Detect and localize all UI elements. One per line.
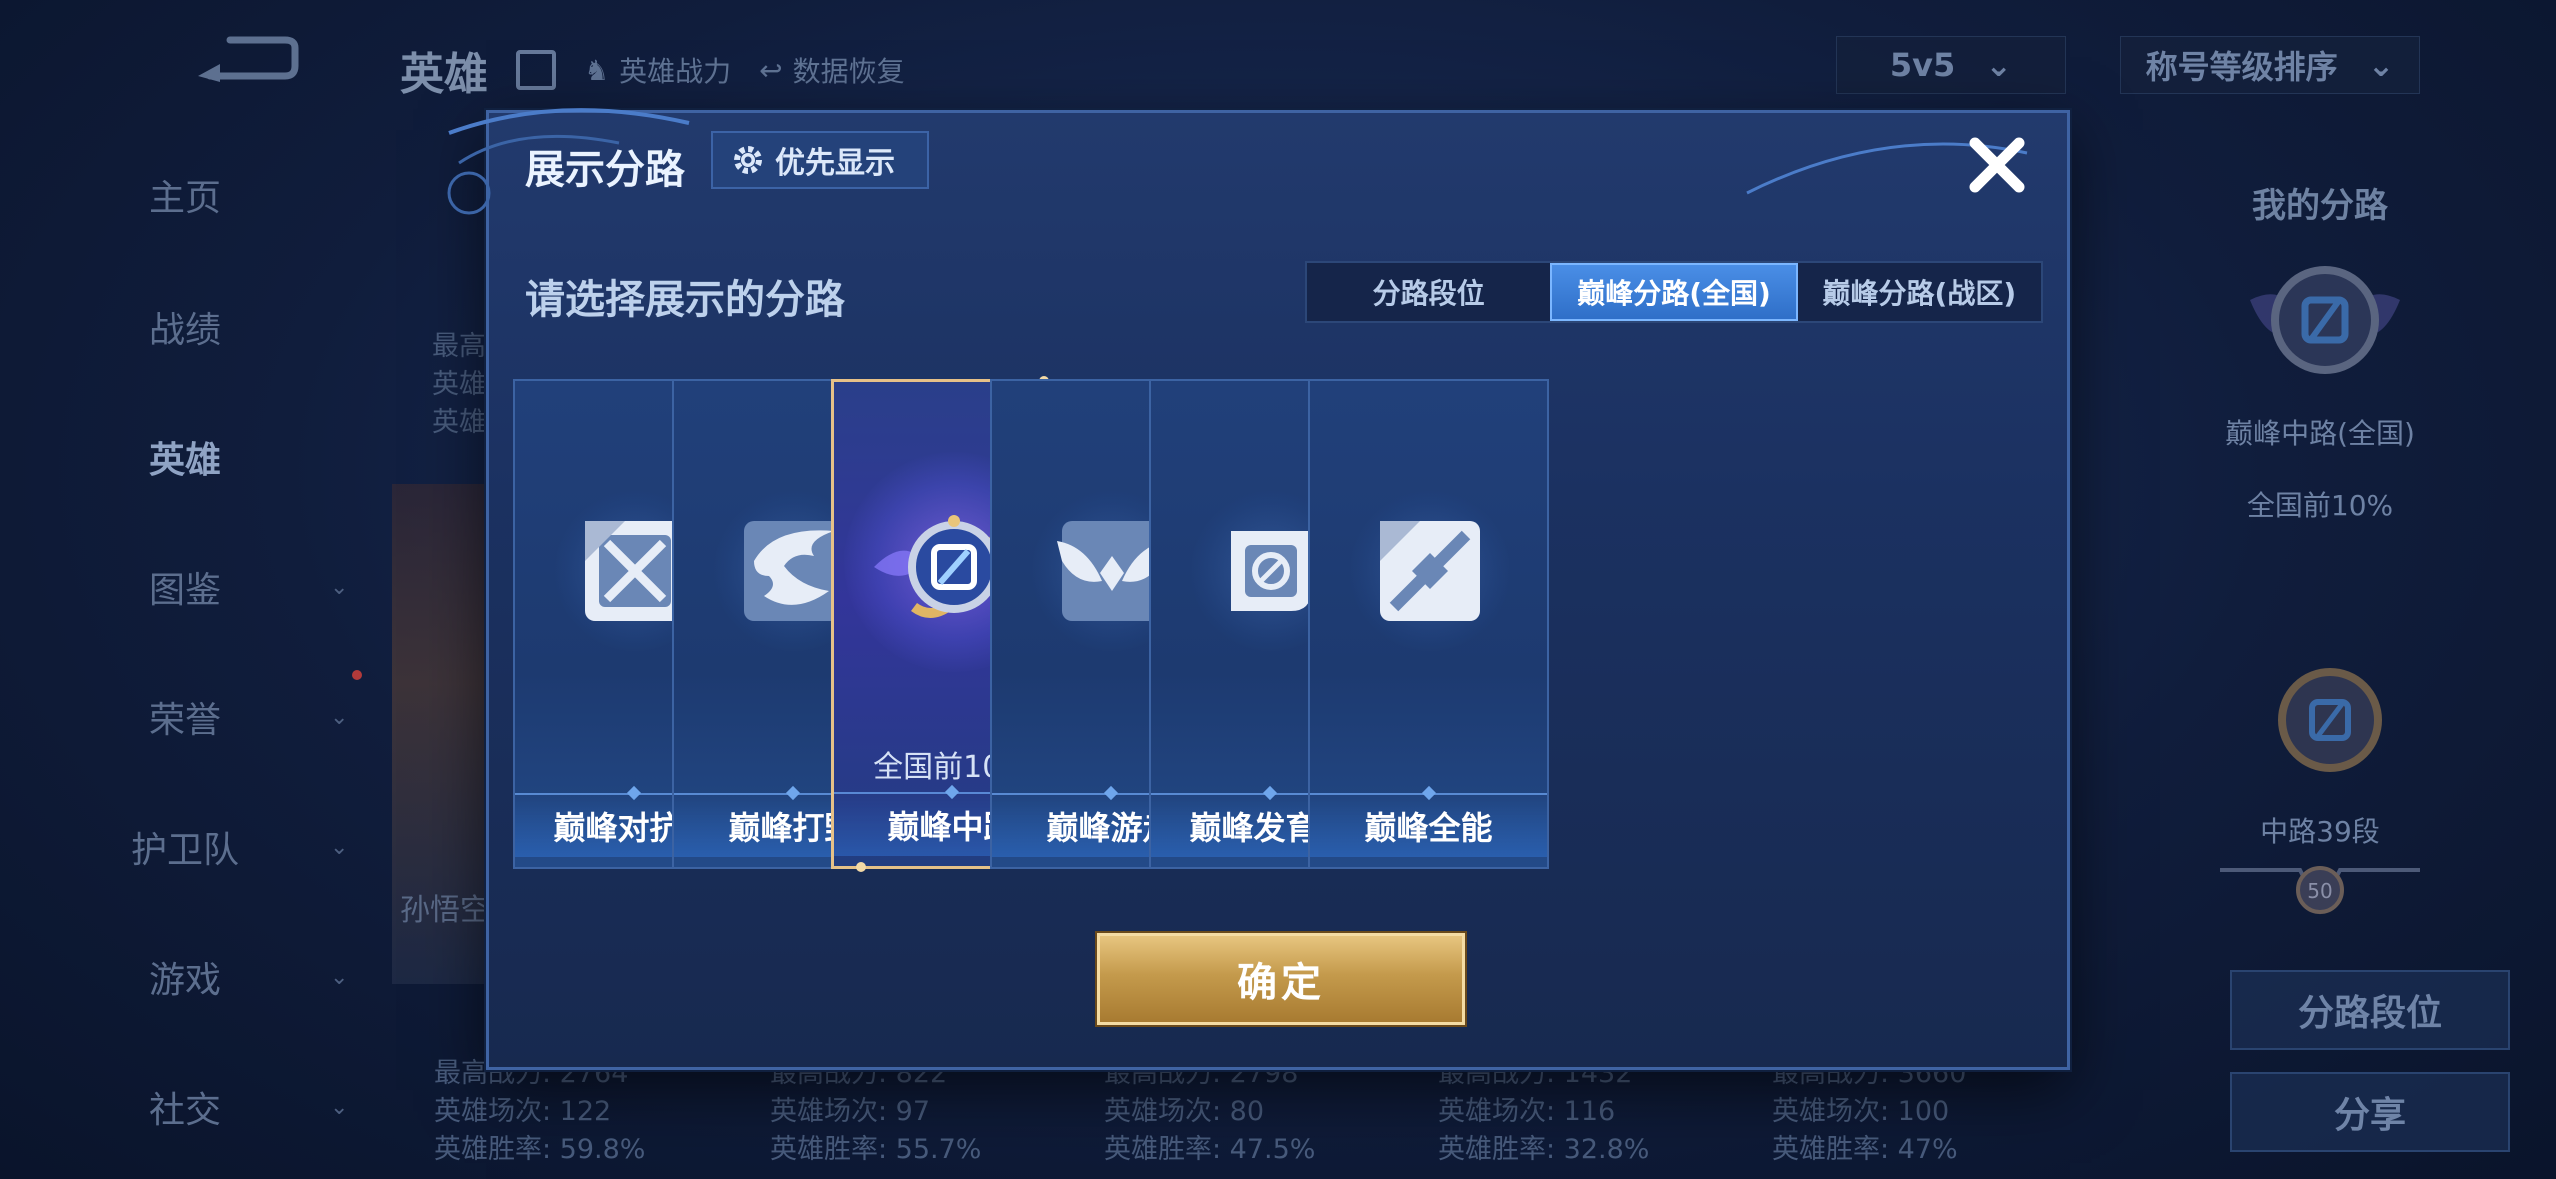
lane-card-list: 巅峰对抗路 巅峰打野 全国前10% 巅峰中路 巅峰游走 巅峰发育路 巅峰全能 <box>513 376 2053 879</box>
tab-peak-lane-region[interactable]: 巅峰分路(战区) <box>1798 263 2041 321</box>
helmet-icon: ♞ <box>584 53 610 87</box>
all-round-icon <box>1380 521 1480 621</box>
mode-dropdown[interactable]: 5v5 ⌄ <box>1836 36 2066 94</box>
level-badge-number: 50 <box>2307 879 2332 903</box>
stat-games: 英雄场次: 97 <box>770 1096 931 1127</box>
chevron-down-icon: ⌄ <box>330 704 349 730</box>
stat-winrate: 英雄胜率: 47% <box>1772 1134 1958 1165</box>
share-button[interactable]: 分享 <box>2230 1072 2510 1152</box>
nav-label: 荣誉 <box>148 700 221 741</box>
stat-games: 英雄场次: 122 <box>434 1096 612 1127</box>
stat-games: 英雄场次: 116 <box>1438 1096 1616 1127</box>
nav-item-social[interactable]: 社交 ⌄ <box>0 1072 370 1142</box>
gear-icon <box>734 146 762 174</box>
hero-stats-2: 最高战力: 822 英雄场次: 97 英雄胜率: 55.7% <box>770 1055 981 1169</box>
chevron-down-icon: ⌄ <box>330 1094 349 1120</box>
lane-display-dialog: 展示分路 优先显示 请选择展示的分路 分路段位 巅峰分路(全国) 巅峰分路(战区… <box>447 108 2070 1070</box>
hero-stats-4: 最高战力: 1432 英雄场次: 116 英雄胜率: 32.8% <box>1438 1055 1649 1169</box>
nav-item-games[interactable]: 游戏 ⌄ <box>0 942 370 1012</box>
my-lane-rank: 全国前10% <box>2246 489 2394 522</box>
hero-name-fragment: 孙悟空 <box>400 893 490 928</box>
sort-dropdown[interactable]: 称号等级排序 ⌄ <box>2120 36 2420 94</box>
chevron-down-icon: ⌄ <box>330 574 349 600</box>
nav-item-records[interactable]: 战绩 <box>0 292 370 362</box>
chevron-down-icon: ⌄ <box>330 964 349 990</box>
hero-stats-3: 最高战力: 2798 英雄场次: 80 英雄胜率: 47.5% <box>1104 1055 1315 1169</box>
level-badge-icon: 50 <box>2220 866 2420 915</box>
nav-label: 战绩 <box>148 310 221 351</box>
nav-item-guard[interactable]: 护卫队 ⌄ <box>0 812 370 882</box>
sort-dropdown-value: 称号等级排序 <box>2145 48 2338 86</box>
corner-dot <box>856 862 866 872</box>
my-lane-title: 我的分路 <box>2252 186 2388 226</box>
stat-games: 英雄场次: 80 <box>1104 1096 1265 1127</box>
dialog-prompt: 请选择展示的分路 <box>525 277 845 323</box>
stat-winrate: 英雄胜率: 32.8% <box>1438 1134 1650 1165</box>
stat-winrate: 英雄胜率: 59.8% <box>434 1134 646 1165</box>
notification-dot <box>352 670 362 680</box>
stat-winrate: 英雄胜率: 47.5% <box>1104 1134 1316 1165</box>
hero-power-link[interactable]: ♞ 英雄战力 <box>584 50 731 90</box>
mid-lane-emblem-icon <box>2250 266 2400 374</box>
hero-power-label: 英雄战力 <box>619 55 732 88</box>
restore-icon: ↩ <box>759 53 783 87</box>
my-lane-name: 巅峰中路(全国) <box>2225 417 2415 450</box>
nav-item-heroes[interactable]: 英雄 <box>0 422 370 492</box>
data-restore-link[interactable]: ↩ 数据恢复 <box>759 50 904 90</box>
close-icon[interactable] <box>1957 125 2037 205</box>
priority-display-button[interactable]: 优先显示 <box>711 131 929 189</box>
confirm-button[interactable]: 确定 <box>1097 933 1465 1025</box>
lane-rank-button[interactable]: 分路段位 <box>2230 970 2510 1050</box>
stat-line: 英雄 <box>432 369 486 400</box>
my-lane-panel: 我的分路 巅峰中路(全国) 全国前10% 中路39段 50 分路段位 分享 <box>2100 150 2556 1179</box>
tab-lane-rank[interactable]: 分路段位 <box>1307 263 1550 321</box>
chevron-down-icon: ⌄ <box>330 834 349 860</box>
stat-winrate: 英雄胜率: 55.7% <box>770 1134 982 1165</box>
lane-level-emblem-icon <box>2278 668 2382 772</box>
mode-dropdown-value: 5v5 <box>1889 46 1956 84</box>
data-restore-label: 数据恢复 <box>792 55 905 88</box>
list-icon[interactable] <box>516 50 556 90</box>
stat-games: 英雄场次: 100 <box>1772 1096 1950 1127</box>
nav-item-honor[interactable]: 荣誉 ⌄ <box>0 682 370 752</box>
back-arrow-icon[interactable] <box>190 36 300 86</box>
stat-line: 英雄 <box>432 407 486 438</box>
stat-line: 最高 <box>432 331 486 362</box>
dialog-title: 展示分路 <box>525 147 685 193</box>
nav-label: 英雄 <box>148 440 221 481</box>
lane-card-label: 巅峰全能 <box>1310 793 1547 857</box>
nav-item-home[interactable]: 主页 <box>0 160 370 230</box>
nav-label: 社交 <box>148 1090 221 1131</box>
lane-type-tabs: 分路段位 巅峰分路(全国) 巅峰分路(战区) <box>1305 261 2043 323</box>
lane-card-all-round[interactable]: 巅峰全能 <box>1308 379 1549 869</box>
hero-stats-5: 最高战力: 3660 英雄场次: 100 英雄胜率: 47% <box>1772 1055 1966 1169</box>
nav-label: 游戏 <box>148 960 221 1001</box>
nav-label: 主页 <box>148 178 221 219</box>
chevron-down-icon: ⌄ <box>1985 46 2013 84</box>
tab-peak-lane-national[interactable]: 巅峰分路(全国) <box>1550 263 1798 321</box>
priority-display-label: 优先显示 <box>775 146 895 181</box>
my-lane-level: 中路39段 <box>2260 815 2380 848</box>
nav-label: 护卫队 <box>130 830 239 871</box>
chevron-down-icon: ⌄ <box>2367 46 2395 84</box>
nav-item-gallery[interactable]: 图鉴 ⌄ <box>0 552 370 622</box>
nav-label: 图鉴 <box>148 570 221 611</box>
hero-stats-upper: 最高 英雄 英雄 <box>432 328 486 442</box>
hero-stats-1: 最高战力: 2764 英雄场次: 122 英雄胜率: 59.8% <box>434 1055 645 1169</box>
